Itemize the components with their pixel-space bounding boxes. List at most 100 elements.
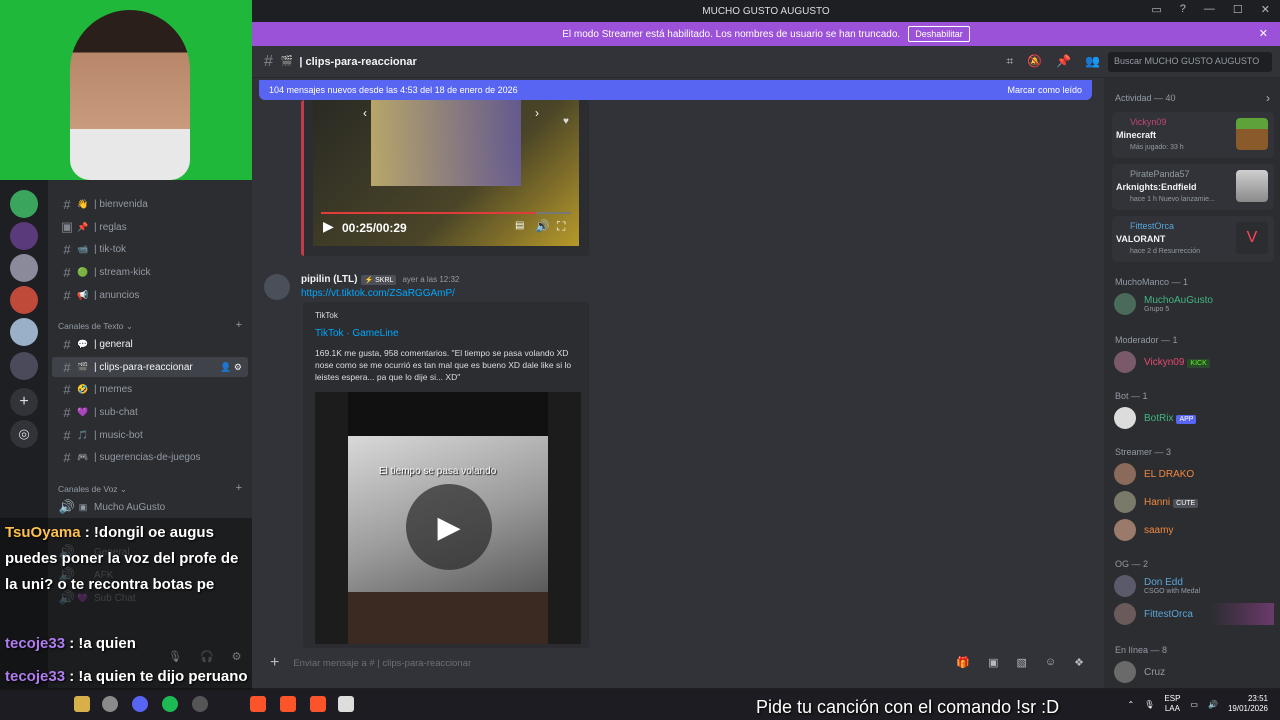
minimize-button[interactable]: — (1204, 3, 1215, 16)
brave-icon[interactable] (310, 696, 326, 712)
voice-channel[interactable]: 🔊 ▣ Mucho AuGusto (52, 497, 248, 517)
brave-icon[interactable] (280, 696, 296, 712)
activity-card[interactable]: Vickyn09 Minecraft Más jugado: 33 h (1112, 112, 1274, 158)
gift-icon[interactable]: 🎁 (956, 656, 970, 669)
apps-icon[interactable]: ❖ (1074, 656, 1084, 669)
explore-icon[interactable]: ◎ (10, 420, 38, 448)
activity-header: Actividad — 40 (1115, 93, 1176, 103)
add-attachment-icon[interactable]: + (270, 654, 279, 672)
steam-icon[interactable] (192, 696, 208, 712)
gif-icon[interactable]: ▣ (988, 656, 998, 669)
member-name: Don Edd (1144, 577, 1183, 588)
play-icon[interactable]: ▶ (406, 484, 492, 570)
captions-icon[interactable]: ▤ (515, 220, 524, 231)
chevron-right-icon[interactable]: › (1266, 91, 1270, 105)
member-item[interactable]: EL DRAKO (1114, 463, 1194, 485)
member-item[interactable]: Cruz (1114, 661, 1165, 683)
server-folder[interactable] (10, 352, 38, 380)
channel-tik-tok[interactable]: # 📹 | tik-tok (52, 239, 248, 259)
brave-icon[interactable] (250, 696, 266, 712)
channel-sub-chat[interactable]: # 💜 | sub-chat (52, 402, 248, 422)
member-item[interactable]: Hanni CUTE (1114, 491, 1199, 513)
add-channel-icon[interactable]: + (236, 319, 242, 331)
activity-card[interactable]: FittestOrca VALORANT hace 2 d Resurrecci… (1112, 216, 1274, 262)
stream-chat-message: tecoje33 : !a quien (5, 631, 136, 657)
search-input[interactable]: Buscar MUCHO GUSTO AUGUSTO (1108, 52, 1272, 72)
embed-title[interactable]: TikTok · GameLine (315, 328, 399, 339)
fullscreen-icon[interactable]: ⛶ (557, 219, 565, 234)
server-icon[interactable] (10, 222, 38, 250)
chevron-right-icon[interactable]: › (535, 106, 539, 120)
channel-general[interactable]: # 💬 | general (52, 334, 248, 354)
disable-streamer-button[interactable]: Deshabilitar (908, 26, 970, 42)
member-item[interactable]: FittestOrca (1114, 603, 1274, 625)
channel-clips-para-reaccionar[interactable]: # 🎬 | clips-para-reaccionar 👤 ⚙ (52, 357, 248, 377)
close-icon[interactable]: ✕ (1259, 27, 1268, 40)
network-icon[interactable]: ▭ (1190, 700, 1198, 709)
chevron-up-icon[interactable]: ⌃ (1128, 700, 1135, 709)
channel-stream-kick[interactable]: # 🟢 | stream-kick (52, 262, 248, 282)
clock[interactable]: 23:51 19/01/2026 (1228, 694, 1268, 714)
channel-reglas[interactable]: ▣ 📌 | reglas (52, 217, 248, 237)
server-icon[interactable] (10, 318, 38, 346)
app-badge: APP (1176, 414, 1197, 424)
mark-read-button[interactable]: Marcar como leído (1007, 85, 1082, 95)
category-voice[interactable]: Canales de Voz ⌄ (58, 484, 127, 495)
pin-icon[interactable]: 📌 (1056, 54, 1071, 69)
activity-card[interactable]: PiratePanda57 Arknights:Endfield hace 1 … (1112, 164, 1274, 210)
threads-icon[interactable]: ⌗ (1006, 54, 1013, 69)
server-icon[interactable] (10, 190, 38, 218)
video-player[interactable]: ‹ › ♥ ▶ 00:25/00:29 ▤ 🔊 ⛶ (313, 100, 579, 246)
channel-music-bot[interactable]: # 🎵 | music-bot (52, 425, 248, 445)
discord-icon[interactable] (132, 696, 148, 712)
server-icon[interactable] (10, 254, 38, 282)
embed-video[interactable]: El tiempo se pasa volando ▶ (315, 392, 581, 644)
chevron-left-icon[interactable]: ‹ (363, 106, 367, 120)
volume-icon[interactable]: 🔊 (1208, 700, 1218, 709)
member-item[interactable]: MuchoAuGusto Grupo 5 (1114, 293, 1213, 315)
member-name: FittestOrca (1144, 608, 1193, 620)
inbox-icon[interactable]: ▭ (1151, 3, 1161, 16)
add-server-icon[interactable]: + (10, 388, 38, 416)
member-item[interactable]: Don Edd CSGO with Medal (1114, 575, 1200, 597)
message-author[interactable]: pipilin (LTL) (301, 274, 357, 285)
server-icon[interactable] (10, 286, 38, 314)
channel-sugerencias-de-juegos[interactable]: # 🎮 | sugerencias-de-juegos (52, 447, 248, 467)
language-indicator[interactable]: ESP LAA (1164, 694, 1180, 714)
avatar[interactable] (264, 274, 290, 300)
sticker-icon[interactable]: ▧ (1016, 656, 1026, 669)
settings-icon[interactable]: 👤 ⚙ (220, 362, 242, 373)
activity-status: hace 1 h Nuevo lanzamie... (1130, 196, 1215, 203)
avatar (1114, 407, 1136, 429)
notifications-icon[interactable]: 🔕 (1027, 54, 1042, 69)
channel-memes[interactable]: # 🤣 | memes (52, 379, 248, 399)
add-channel-icon[interactable]: + (236, 482, 242, 494)
channel-anuncios[interactable]: # 📢 | anuncios (52, 285, 248, 305)
channel-bienvenida[interactable]: # 👋 | bienvenida (52, 194, 248, 214)
role-header: Bot — 1 (1115, 391, 1148, 401)
play-icon[interactable]: ▶ (323, 218, 334, 235)
maximize-button[interactable]: ☐ (1233, 3, 1243, 16)
message-link[interactable]: https://vt.tiktok.com/ZSaRGGAmP/ (301, 288, 455, 299)
video-progress[interactable] (321, 212, 571, 214)
banner-text: El modo Streamer está habilitado. Los no… (562, 28, 901, 40)
spotify-icon[interactable] (162, 696, 178, 712)
members-icon[interactable]: 👥 (1085, 54, 1100, 69)
chat-text: : !a quien (65, 635, 136, 652)
file-explorer-icon[interactable] (74, 696, 90, 712)
member-item[interactable]: BotRix APP (1114, 407, 1197, 429)
category-text[interactable]: Canales de Texto ⌄ (58, 321, 133, 332)
composer-placeholder[interactable]: Enviar mensaje a # | clips-para-reaccion… (293, 658, 471, 669)
new-messages-bar[interactable]: 104 mensajes nuevos desde las 4:53 del 1… (259, 80, 1092, 100)
member-item[interactable]: saamy (1114, 519, 1173, 541)
video-caption: El tiempo se pasa volando (379, 466, 497, 477)
volume-icon[interactable]: 🔊 (535, 219, 550, 233)
help-icon[interactable]: ? (1180, 3, 1186, 16)
microphone-icon[interactable]: 🎙 (1144, 700, 1154, 709)
document-icon[interactable] (338, 696, 354, 712)
heart-icon: 💜 (77, 406, 89, 417)
app-icon[interactable] (102, 696, 118, 712)
close-window-button[interactable]: ✕ (1261, 3, 1270, 16)
member-item[interactable]: Vickyn09 KICK (1114, 351, 1210, 373)
emoji-icon[interactable]: ☺ (1045, 656, 1056, 669)
